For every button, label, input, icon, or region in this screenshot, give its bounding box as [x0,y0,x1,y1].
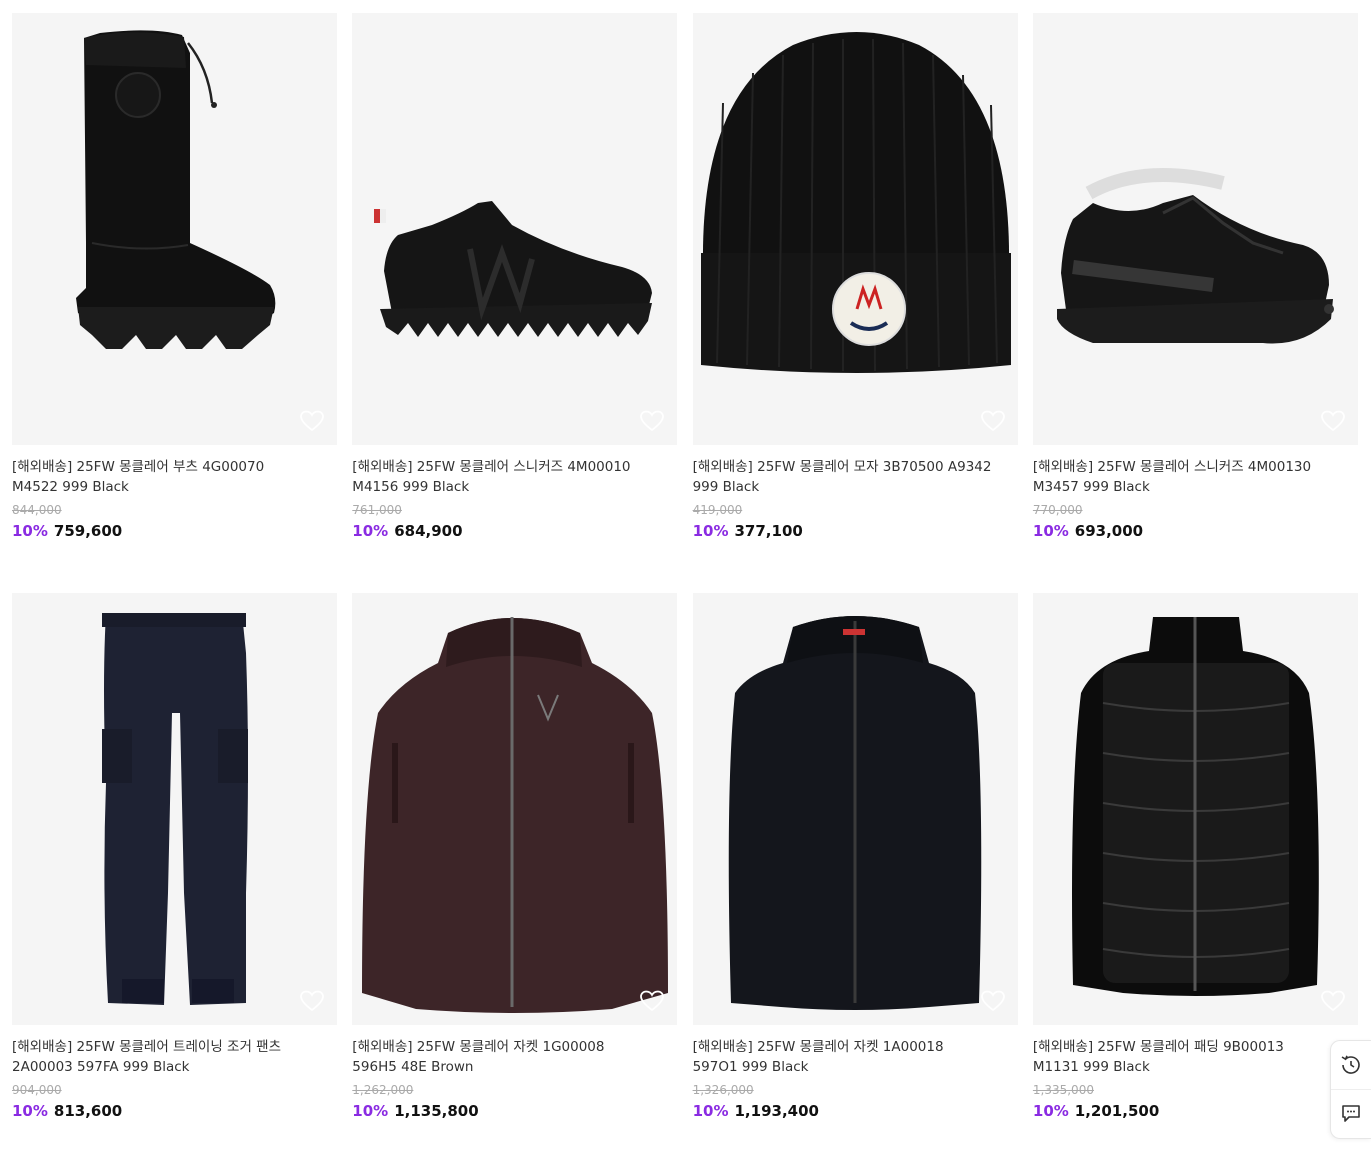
wishlist-heart-icon[interactable] [980,409,1006,433]
product-name[interactable]: [해외배송] 25FW 몽클레어 패딩 9B00013 M1131 999 Bl… [1033,1037,1333,1077]
price-row: 10% 813,600 [12,1102,337,1120]
original-price: 844,000 [12,503,62,517]
wishlist-heart-icon[interactable] [299,409,325,433]
sneaker-image [374,201,653,337]
discount-rate: 10% [692,1102,729,1120]
wishlist-heart-icon[interactable] [1320,409,1346,433]
product-name[interactable]: [해외배송] 25FW 몽클레어 자켓 1A00018 597O1 999 Bl… [693,1037,993,1077]
product-card[interactable]: [해외배송] 25FW 몽클레어 자켓 1G00008 596H5 48E Br… [352,593,678,1173]
price-row: 10% 1,201,500 [1033,1102,1358,1120]
original-price: 1,326,000 [692,1083,754,1097]
original-price: 904,000 [12,1083,62,1097]
sneaker-image [1056,168,1334,344]
wishlist-heart-icon[interactable] [980,989,1006,1013]
product-card[interactable]: [해외배송] 25FW 몽클레어 자켓 1A00018 597O1 999 Bl… [692,593,1018,1173]
discount-rate: 10% [352,1102,389,1120]
price-row: 10% 693,000 [1033,522,1358,540]
product-name[interactable]: [해외배송] 25FW 몽클레어 스니커즈 4M00130 M3457 999 … [1033,457,1333,497]
product-thumbnail[interactable] [12,13,337,445]
boot-image [76,30,276,349]
product-thumbnail[interactable] [352,13,678,445]
beanie-image [700,32,1011,373]
jacket-image [728,616,981,1010]
original-price: 1,335,000 [1032,1083,1094,1097]
sale-price: 759,600 [53,522,123,540]
product-grid: [해외배송] 25FW 몽클레어 부츠 4G00070 M4522 999 Bl… [12,13,1358,1173]
product-card[interactable]: [해외배송] 25FW 몽클레어 부츠 4G00070 M4522 999 Bl… [12,13,337,593]
wishlist-heart-icon[interactable] [639,409,665,433]
discount-rate: 10% [692,522,729,540]
original-price: 1,262,000 [352,1083,414,1097]
price-row: 10% 759,600 [12,522,337,540]
sale-price: 813,600 [53,1102,123,1120]
discount-rate: 10% [12,1102,48,1120]
discount-rate: 10% [1032,1102,1069,1120]
wishlist-heart-icon[interactable] [1320,989,1346,1013]
product-thumbnail[interactable] [692,13,1018,445]
sale-price: 1,201,500 [1074,1102,1160,1120]
product-thumbnail[interactable] [692,593,1018,1025]
product-name[interactable]: [해외배송] 25FW 몽클레어 트레이닝 조거 팬츠 2A00003 597F… [12,1037,312,1077]
product-card[interactable]: [해외배송] 25FW 몽클레어 스니커즈 4M00010 M4156 999 … [352,13,678,593]
product-thumbnail[interactable] [12,593,337,1025]
discount-rate: 10% [12,522,48,540]
original-price: 770,000 [1032,503,1083,517]
wishlist-heart-icon[interactable] [639,989,665,1013]
float-divider [1331,1089,1371,1090]
original-price: 761,000 [352,503,402,517]
product-card[interactable]: [해외배송] 25FW 몽클레어 패딩 9B00013 M1131 999 Bl… [1032,593,1358,1173]
product-thumbnail[interactable] [352,593,678,1025]
product-name[interactable]: [해외배송] 25FW 몽클레어 모자 3B70500 A9342 999 Bl… [693,457,993,497]
price-row: 10% 377,100 [693,522,1018,540]
discount-rate: 10% [352,522,389,540]
product-thumbnail[interactable] [1032,13,1358,445]
product-thumbnail[interactable] [1032,593,1358,1025]
sale-price: 377,100 [734,522,803,540]
chat-icon[interactable] [1339,1101,1363,1125]
discount-rate: 10% [1032,522,1069,540]
price-row: 10% 1,135,800 [352,1102,677,1120]
padding-jacket-image [1071,617,1319,996]
product-name[interactable]: [해외배송] 25FW 몽클레어 자켓 1G00008 596H5 48E Br… [352,1037,652,1077]
pants-image [102,613,248,1005]
sale-price: 1,135,800 [394,1102,479,1120]
product-card[interactable]: [해외배송] 25FW 몽클레어 트레이닝 조거 팬츠 2A00003 597F… [12,593,337,1173]
product-name[interactable]: [해외배송] 25FW 몽클레어 부츠 4G00070 M4522 999 Bl… [12,457,312,497]
product-card[interactable]: [해외배송] 25FW 몽클레어 스니커즈 4M00130 M3457 999 … [1032,13,1358,593]
original-price: 419,000 [692,503,743,517]
jacket-image [362,617,669,1013]
sale-price: 684,900 [394,522,463,540]
product-card[interactable]: [해외배송] 25FW 몽클레어 모자 3B70500 A9342 999 Bl… [692,13,1018,593]
product-name[interactable]: [해외배송] 25FW 몽클레어 스니커즈 4M00010 M4156 999 … [352,457,652,497]
sale-price: 693,000 [1074,522,1144,540]
price-row: 10% 1,193,400 [693,1102,1018,1120]
price-row: 10% 684,900 [352,522,677,540]
floating-quick-menu [1330,1040,1371,1139]
wishlist-heart-icon[interactable] [299,989,325,1013]
history-icon[interactable] [1339,1053,1363,1077]
sale-price: 1,193,400 [734,1102,819,1120]
